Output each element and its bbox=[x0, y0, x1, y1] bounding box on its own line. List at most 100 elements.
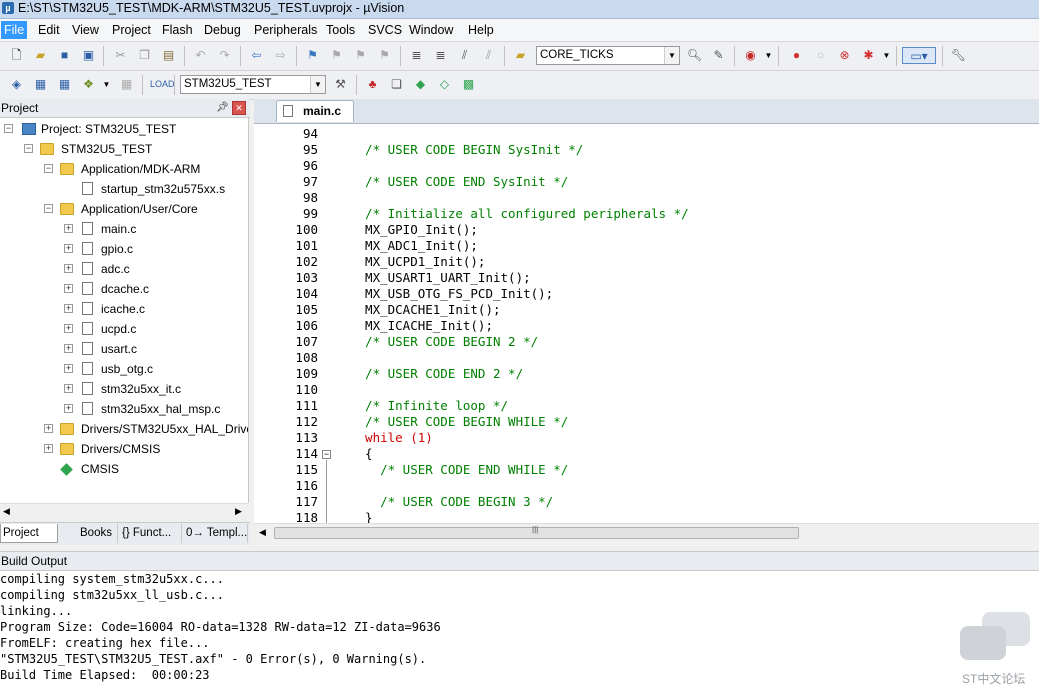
code-editor[interactable]: 94 95 /* USER CODE BEGIN SysInit */ 96 9… bbox=[254, 123, 1039, 524]
manage-project-items-icon[interactable]: ♣ bbox=[364, 76, 381, 93]
collapse-icon[interactable]: − bbox=[4, 124, 13, 133]
tree-item-file[interactable]: + ucpd.c bbox=[0, 320, 248, 338]
build-output-log[interactable]: compiling system_stm32u5xx.c... compilin… bbox=[0, 571, 1039, 695]
find-in-files-icon[interactable]: ▰ bbox=[512, 47, 529, 64]
tab-main-c[interactable]: main.c bbox=[276, 100, 354, 122]
tree-item-file[interactable]: + adc.c bbox=[0, 260, 248, 278]
build-icon[interactable]: ▦ bbox=[32, 76, 49, 93]
collapse-icon[interactable]: − bbox=[44, 164, 53, 173]
tree-item-group[interactable]: + Drivers/STM32U5xx_HAL_Driver bbox=[0, 420, 248, 438]
tree-item-file[interactable]: startup_stm32u575xx.s bbox=[0, 180, 248, 198]
translate-icon[interactable]: ◈ bbox=[8, 76, 25, 93]
tab-books[interactable]: Books bbox=[60, 524, 118, 543]
tree-item-cmsis[interactable]: CMSIS bbox=[0, 460, 248, 478]
undo-icon[interactable]: ↶ bbox=[192, 47, 209, 64]
select-software-packs-icon[interactable]: ◇ bbox=[436, 76, 453, 93]
bookmark-icon[interactable]: ⚑ bbox=[304, 47, 321, 64]
editor-horizontal-scrollbar[interactable]: ◀ ||| bbox=[254, 523, 1039, 542]
unindent-icon[interactable]: ≣ bbox=[432, 47, 449, 64]
next-bookmark-icon[interactable]: ⚑ bbox=[352, 47, 369, 64]
manage-multi-project-icon[interactable]: ❏ bbox=[388, 76, 405, 93]
disable-breakpoint-icon[interactable]: ○ bbox=[812, 47, 829, 64]
tree-item-file[interactable]: + gpio.c bbox=[0, 240, 248, 258]
expand-icon[interactable]: + bbox=[44, 444, 53, 453]
chevron-down-icon[interactable]: ▼ bbox=[310, 76, 325, 93]
clear-bookmarks-icon[interactable]: ⚑ bbox=[376, 47, 393, 64]
tree-item-project[interactable]: − Project: STM32U5_TEST bbox=[0, 120, 248, 138]
cut-icon[interactable]: ✂ bbox=[112, 47, 129, 64]
disable-all-breakpoints-icon[interactable]: ⊗ bbox=[836, 47, 853, 64]
menu-project[interactable]: Project bbox=[110, 23, 153, 37]
prev-bookmark-icon[interactable]: ⚑ bbox=[328, 47, 345, 64]
find-combo[interactable]: CORE_TICKS ▼ bbox=[536, 46, 680, 65]
new-file-icon[interactable]: 🗋 bbox=[8, 47, 25, 64]
expand-icon[interactable]: + bbox=[64, 264, 73, 273]
copy-icon[interactable]: ❐ bbox=[136, 47, 153, 64]
tree-item-group[interactable]: − Application/User/Core bbox=[0, 200, 248, 218]
menu-edit[interactable]: Edit bbox=[36, 23, 62, 37]
chevron-down-icon[interactable]: ▼ bbox=[98, 76, 115, 93]
fold-collapse-icon[interactable]: − bbox=[322, 450, 331, 459]
menu-flash[interactable]: Flash bbox=[160, 23, 195, 37]
expand-icon[interactable]: + bbox=[64, 344, 73, 353]
indent-icon[interactable]: ≣ bbox=[408, 47, 425, 64]
kill-all-breakpoints-icon[interactable]: ✱ bbox=[860, 47, 877, 64]
collapse-icon[interactable]: − bbox=[24, 144, 33, 153]
tree-item-file[interactable]: + stm32u5xx_hal_msp.c bbox=[0, 400, 248, 418]
tree-item-group[interactable]: + Drivers/CMSIS bbox=[0, 440, 248, 458]
find-icon[interactable]: 🔍︎ bbox=[686, 47, 703, 64]
rebuild-icon[interactable]: ▦ bbox=[56, 76, 73, 93]
tab-functions[interactable]: {} Funct... bbox=[120, 524, 182, 543]
tab-templates[interactable]: 0→ Templ... bbox=[184, 524, 248, 543]
menu-help[interactable]: Help bbox=[466, 23, 496, 37]
menu-file[interactable]: File bbox=[1, 21, 28, 39]
open-file-icon[interactable]: ▰ bbox=[32, 47, 49, 64]
scroll-right-icon[interactable]: ▶ bbox=[235, 506, 242, 517]
close-icon[interactable]: ✕ bbox=[232, 101, 246, 115]
tree-item-group[interactable]: − Application/MDK-ARM bbox=[0, 160, 248, 178]
menu-svcs[interactable]: SVCS bbox=[366, 23, 404, 37]
batch-build-icon[interactable]: ❖ bbox=[80, 76, 97, 93]
redo-icon[interactable]: ↷ bbox=[216, 47, 233, 64]
project-horizontal-scrollbar[interactable]: ◀ ▶ bbox=[0, 503, 248, 521]
pin-icon[interactable]: 📌︎ bbox=[216, 102, 229, 113]
download-load-icon[interactable]: LOAD bbox=[150, 76, 175, 93]
expand-icon[interactable]: + bbox=[64, 244, 73, 253]
navigate-forward-icon[interactable]: ⇨ bbox=[272, 47, 289, 64]
window-layout-icon[interactable]: ▭▾ bbox=[902, 47, 936, 64]
menu-tools[interactable]: Tools bbox=[324, 23, 357, 37]
tree-item-file[interactable]: + main.c bbox=[0, 220, 248, 238]
tab-project[interactable]: Project bbox=[0, 524, 58, 543]
paste-icon[interactable]: ▤ bbox=[160, 47, 177, 64]
target-select[interactable]: STM32U5_TEST ▼ bbox=[180, 75, 326, 94]
configure-wrench-icon[interactable]: 🔧︎ bbox=[950, 47, 967, 64]
expand-icon[interactable]: + bbox=[64, 324, 73, 333]
save-all-icon[interactable]: ▣ bbox=[80, 47, 97, 64]
chevron-down-icon[interactable]: ▼ bbox=[878, 47, 895, 64]
save-icon[interactable]: ■ bbox=[56, 47, 73, 64]
comment-icon[interactable]: ⫽ bbox=[456, 47, 473, 64]
pack-installer-icon[interactable]: ▩ bbox=[460, 76, 477, 93]
tree-item-file[interactable]: + stm32u5xx_it.c bbox=[0, 380, 248, 398]
manage-run-time-environment-icon[interactable]: ◆ bbox=[412, 76, 429, 93]
expand-icon[interactable]: + bbox=[64, 224, 73, 233]
menu-window[interactable]: Window bbox=[407, 23, 455, 37]
chevron-down-icon[interactable]: ▼ bbox=[760, 47, 777, 64]
tree-item-file[interactable]: + usart.c bbox=[0, 340, 248, 358]
navigate-back-icon[interactable]: ⇦ bbox=[248, 47, 265, 64]
target-options-icon[interactable]: ⚒ bbox=[332, 76, 349, 93]
expand-icon[interactable]: + bbox=[64, 284, 73, 293]
expand-icon[interactable]: + bbox=[64, 404, 73, 413]
tree-item-file[interactable]: + usb_otg.c bbox=[0, 360, 248, 378]
chevron-down-icon[interactable]: ▼ bbox=[664, 47, 679, 64]
menu-debug[interactable]: Debug bbox=[202, 23, 243, 37]
uncomment-icon[interactable]: ⫽ bbox=[480, 47, 497, 64]
stop-build-icon[interactable]: ▦ bbox=[118, 76, 135, 93]
incremental-find-icon[interactable]: ✎ bbox=[710, 47, 727, 64]
tree-item-file[interactable]: + dcache.c bbox=[0, 280, 248, 298]
tree-item-target[interactable]: − STM32U5_TEST bbox=[0, 140, 248, 158]
collapse-icon[interactable]: − bbox=[44, 204, 53, 213]
expand-icon[interactable]: + bbox=[44, 424, 53, 433]
tree-item-file[interactable]: + icache.c bbox=[0, 300, 248, 318]
scroll-left-icon[interactable]: ◀ bbox=[259, 527, 266, 538]
